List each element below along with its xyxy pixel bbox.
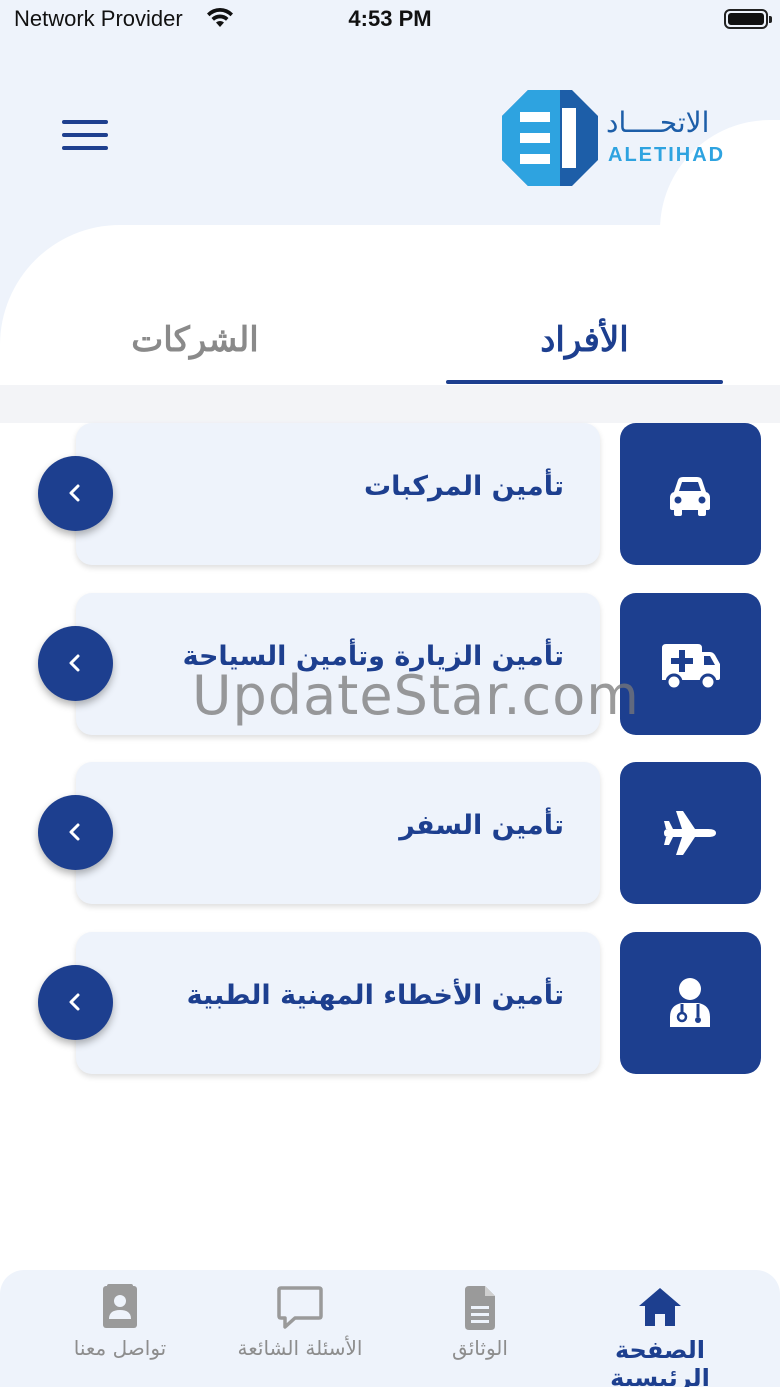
nav-home-label: الصفحة الرئيسية	[610, 1336, 710, 1387]
chevron-left-icon	[69, 484, 80, 502]
customer-type-tabs: الشركات الأفراد	[0, 300, 780, 390]
menu-line-icon	[62, 120, 108, 124]
product-icon-box[interactable]	[620, 762, 761, 904]
logo-text-english: ALETIHAD	[608, 144, 726, 166]
hamburger-menu-button[interactable]	[62, 120, 114, 160]
document-icon	[465, 1286, 495, 1330]
product-label: تأمين السفر	[399, 810, 564, 841]
product-card[interactable]: تأمين الأخطاء المهنية الطبية	[76, 932, 600, 1074]
product-card[interactable]: تأمين السفر	[76, 762, 600, 904]
watermark-text: UpdateStar.com	[192, 664, 640, 727]
product-open-button[interactable]	[38, 456, 113, 531]
battery-icon	[724, 9, 772, 29]
status-time: 4:53 PM	[348, 6, 432, 31]
active-tab-indicator	[446, 380, 723, 384]
contact-card-icon	[103, 1284, 137, 1328]
nav-faq[interactable]: الأسئلة الشائعة	[210, 1284, 390, 1360]
airplane-icon	[664, 811, 716, 855]
chevron-left-icon	[69, 654, 80, 672]
product-label: تأمين الأخطاء المهنية الطبية	[186, 980, 564, 1011]
menu-line-icon	[62, 146, 108, 150]
nav-faq-label: الأسئلة الشائعة	[237, 1336, 363, 1360]
car-icon	[670, 477, 710, 516]
chevron-left-icon	[69, 993, 80, 1011]
nav-contact[interactable]: تواصل معنا	[30, 1284, 210, 1360]
product-open-button[interactable]	[38, 965, 113, 1040]
product-icon-box[interactable]	[620, 423, 761, 565]
product-row-vehicle: تأمين المركبات	[0, 423, 780, 565]
nav-contact-label: تواصل معنا	[73, 1336, 167, 1360]
product-icon-box[interactable]	[620, 932, 761, 1074]
section-divider	[0, 385, 780, 423]
logo-text-arabic: الاتحــــاد	[606, 106, 710, 139]
product-open-button[interactable]	[38, 626, 113, 701]
nav-documents[interactable]: الوثائق	[390, 1284, 570, 1360]
product-icon-box[interactable]	[620, 593, 761, 735]
aletihad-logo: الاتحــــاد ALETIHAD	[500, 88, 730, 192]
logo-mark-icon	[502, 90, 598, 186]
tab-companies[interactable]: الشركات	[80, 320, 310, 360]
product-row-medical-malpractice: تأمين الأخطاء المهنية الطبية	[0, 932, 780, 1074]
product-open-button[interactable]	[38, 795, 113, 870]
chat-bubble-icon	[277, 1286, 323, 1329]
product-row-travel: تأمين السفر	[0, 762, 780, 904]
bottom-navigation: الصفحة الرئيسية الوثائق الأسئلة الشائعة …	[0, 1270, 780, 1387]
status-bar: Network Provider 4:53 PM	[0, 0, 780, 44]
product-label: تأمين المركبات	[364, 471, 564, 502]
chevron-left-icon	[69, 823, 80, 841]
nav-home[interactable]: الصفحة الرئيسية	[570, 1284, 750, 1387]
tab-individuals[interactable]: الأفراد	[446, 320, 723, 360]
doctor-icon	[670, 978, 710, 1027]
ambulance-icon	[662, 644, 720, 691]
menu-line-icon	[62, 133, 108, 137]
home-icon	[639, 1288, 681, 1326]
nav-documents-label: الوثائق	[452, 1336, 508, 1360]
product-card[interactable]: تأمين المركبات	[76, 423, 600, 565]
